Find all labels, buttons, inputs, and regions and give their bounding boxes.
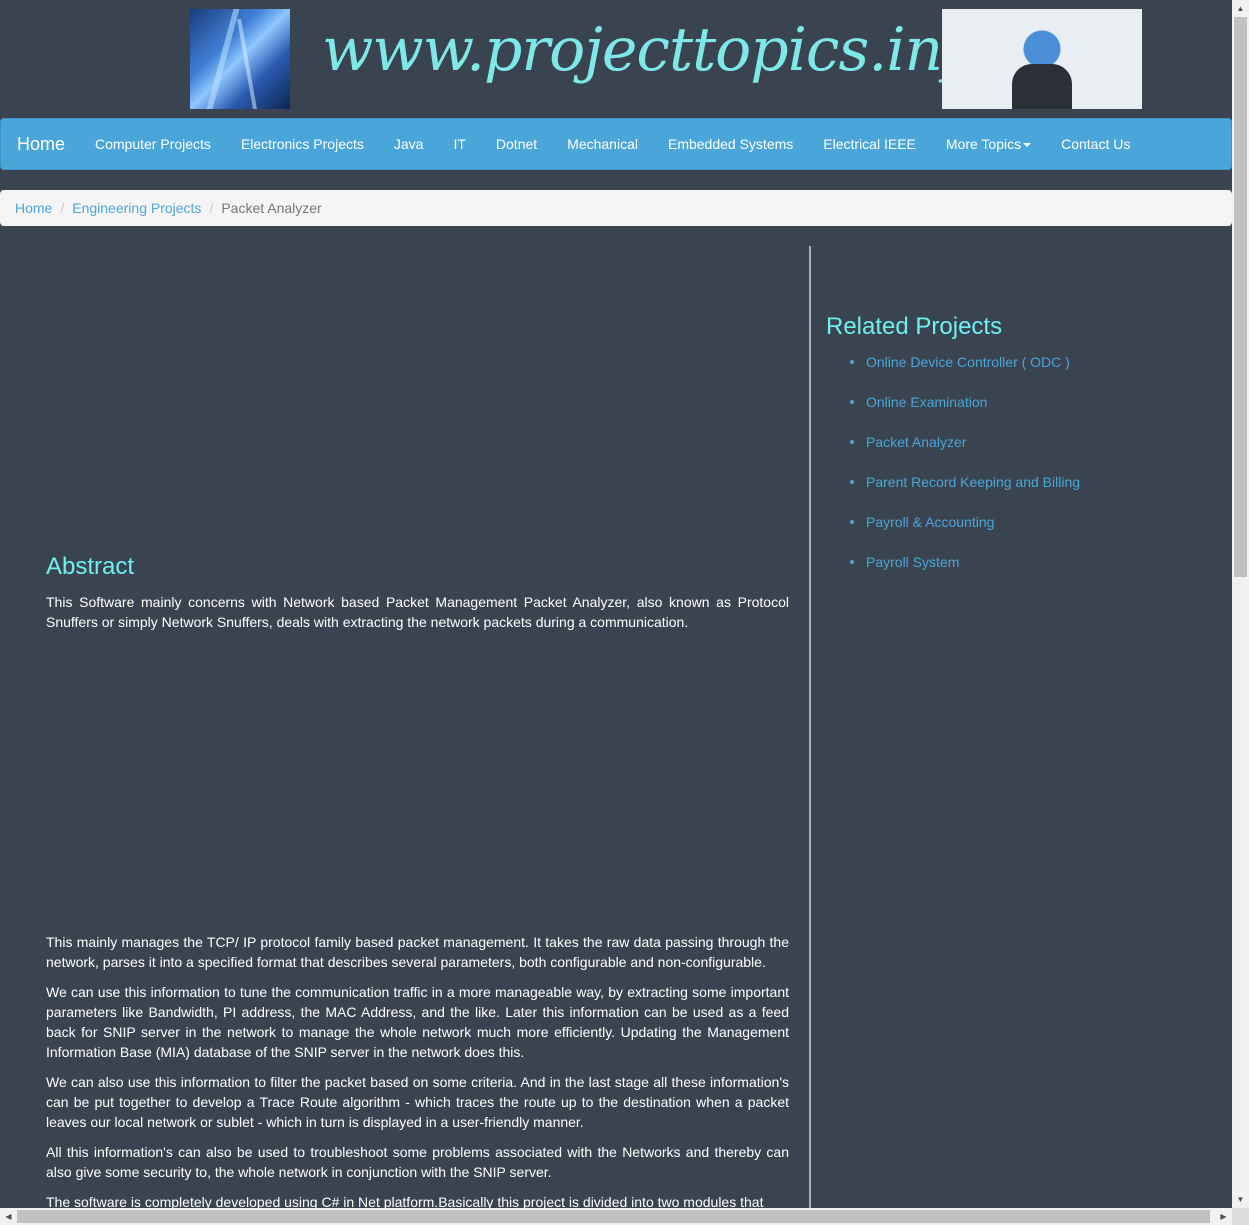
horizontal-scroll-thumb[interactable]	[17, 1210, 1210, 1223]
body-paragraph: This mainly manages the TCP/ IP protocol…	[46, 934, 789, 970]
nav-item-computer-projects[interactable]: Computer Projects	[80, 119, 226, 169]
related-project-link[interactable]: Payroll System	[866, 554, 959, 570]
nav-home-brand[interactable]: Home	[17, 119, 65, 169]
body-paragraph: We can also use this information to filt…	[46, 1074, 789, 1130]
scrollbar-corner	[1232, 1208, 1249, 1225]
nav-item-electrical-ieee[interactable]: Electrical IEEE	[808, 119, 931, 169]
scroll-right-arrow-icon[interactable]: ▶	[1215, 1208, 1232, 1225]
scroll-left-arrow-icon[interactable]: ◀	[0, 1208, 17, 1225]
related-project-item: Online Examination	[849, 392, 1080, 432]
nav-item-contact-us[interactable]: Contact Us	[1046, 119, 1145, 169]
related-project-link[interactable]: Online Examination	[866, 394, 987, 410]
related-project-item: Payroll System	[849, 552, 1080, 592]
site-title[interactable]: www.projecttopics.info	[322, 10, 1000, 100]
vertical-scrollbar[interactable]: ▲ ▼	[1232, 0, 1249, 1208]
header-left-image	[190, 9, 290, 109]
breadcrumb-separator: /	[209, 200, 214, 216]
main-navbar: Home Computer Projects Electronics Proje…	[0, 118, 1232, 170]
breadcrumb-separator: /	[60, 200, 65, 216]
nav-item-embedded-systems[interactable]: Embedded Systems	[653, 119, 808, 169]
related-project-link[interactable]: Payroll & Accounting	[866, 514, 994, 530]
horizontal-scrollbar[interactable]: ◀ ▶	[0, 1208, 1232, 1225]
related-project-item: Parent Record Keeping and Billing	[849, 472, 1080, 512]
nav-item-mechanical[interactable]: Mechanical	[552, 119, 653, 169]
related-project-link[interactable]: Packet Analyzer	[866, 434, 966, 450]
breadcrumb-category-link[interactable]: Engineering Projects	[72, 200, 201, 216]
related-project-item: Payroll & Accounting	[849, 512, 1080, 552]
scroll-down-arrow-icon[interactable]: ▼	[1232, 1191, 1249, 1208]
body-paragraph: All this information's can also be used …	[46, 1144, 789, 1180]
nav-item-more-topics-label: More Topics	[945, 136, 1022, 152]
nav-item-electronics-projects[interactable]: Electronics Projects	[226, 119, 379, 169]
nav-item-dotnet[interactable]: Dotnet	[481, 119, 552, 169]
body-paragraph: The software is completely developed usi…	[46, 1194, 764, 1208]
nav-item-java[interactable]: Java	[379, 119, 439, 169]
abstract-paragraph: This Software mainly concerns with Netwo…	[46, 594, 789, 630]
body-paragraph: We can use this information to tune the …	[46, 984, 789, 1060]
breadcrumb-home-link[interactable]: Home	[15, 200, 52, 216]
related-project-link[interactable]: Parent Record Keeping and Billing	[866, 474, 1080, 490]
column-divider	[809, 246, 811, 1210]
nav-item-more-topics-dropdown[interactable]: More Topics	[931, 119, 1046, 169]
related-project-item: Packet Analyzer	[849, 432, 1080, 472]
breadcrumb: Home / Engineering Projects / Packet Ana…	[0, 190, 1232, 226]
abstract-heading: Abstract	[46, 553, 135, 580]
related-project-item: Online Device Controller ( ODC )	[849, 352, 1080, 392]
nav-list: Computer Projects Electronics Projects J…	[80, 119, 1145, 169]
nav-item-it[interactable]: IT	[438, 119, 480, 169]
related-project-link[interactable]: Online Device Controller ( ODC )	[866, 354, 1070, 370]
header-right-image	[942, 9, 1142, 109]
caret-down-icon	[1023, 143, 1032, 148]
header-banner: www.projecttopics.info	[0, 0, 1232, 118]
breadcrumb-current: Packet Analyzer	[221, 200, 322, 216]
scroll-up-arrow-icon[interactable]: ▲	[1232, 0, 1249, 17]
related-projects-heading: Related Projects	[826, 313, 1003, 340]
related-projects-list: Online Device Controller ( ODC ) Online …	[826, 352, 1080, 592]
vertical-scroll-thumb[interactable]	[1234, 17, 1247, 577]
